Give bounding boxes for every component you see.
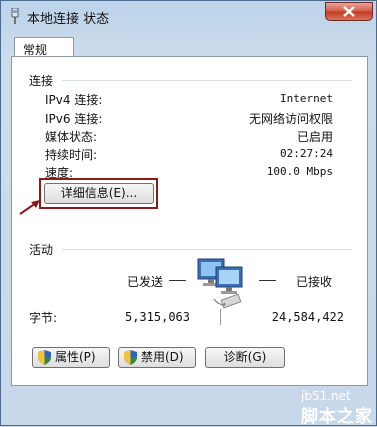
tab-strip: 常规 <box>11 35 367 59</box>
sent-label: 已发送 <box>127 275 164 289</box>
network-adapter-icon <box>11 8 19 24</box>
received-label: 已接收 <box>296 275 333 289</box>
media-state-label: 媒体状态: <box>45 130 98 144</box>
activity-divider <box>220 309 221 325</box>
bytes-label: 字节: <box>29 311 58 325</box>
properties-button[interactable]: 属性(P) <box>32 347 110 368</box>
uac-shield-icon <box>124 350 137 365</box>
ipv6-value: 无网络访问权限 <box>248 112 333 126</box>
diagnose-button-label: 诊断(G) <box>223 350 267 364</box>
connection-separator <box>62 80 352 81</box>
diagnose-button[interactable]: 诊断(G) <box>205 347 285 368</box>
duration-value: 02:27:24 <box>280 147 333 160</box>
disable-button-label: 禁用(D) <box>141 350 184 364</box>
bytes-sent-value: 5,315,063 <box>124 310 190 324</box>
ipv4-value: Internet <box>280 92 333 105</box>
received-dash <box>259 280 276 281</box>
speed-value: 100.0 Mbps <box>266 165 333 178</box>
status-window: 本地连接 状态 常规 连接 IPv4 连接: Internet IPv6 连接:… <box>0 0 377 427</box>
network-computers-icon <box>197 258 243 309</box>
bytes-received-value: 24,584,422 <box>271 310 344 324</box>
details-button[interactable]: 详细信息(E)... <box>44 183 154 204</box>
watermark-url: jb51.net <box>301 389 351 403</box>
sent-dash <box>169 280 186 281</box>
connection-group-label: 连接 <box>29 74 54 88</box>
close-icon <box>343 6 355 17</box>
activity-group-label: 活动 <box>29 243 54 257</box>
properties-button-label: 属性(P) <box>55 350 96 364</box>
tab-content-panel: 连接 IPv4 连接: Internet IPv6 连接: 无网络访问权限 媒体… <box>11 56 368 386</box>
activity-separator <box>62 249 352 250</box>
window-title: 本地连接 状态 <box>27 12 110 27</box>
ipv4-label: IPv4 连接: <box>45 93 103 107</box>
media-state-value: 已启用 <box>296 130 333 144</box>
close-button[interactable] <box>325 2 373 21</box>
ipv6-label: IPv6 连接: <box>45 112 103 126</box>
duration-label: 持续时间: <box>45 148 98 162</box>
details-button-label: 详细信息(E)... <box>60 186 138 200</box>
disable-button[interactable]: 禁用(D) <box>118 347 196 368</box>
pointer-arrow-icon <box>19 200 40 215</box>
uac-shield-icon <box>38 350 51 365</box>
title-bar[interactable]: 本地连接 状态 <box>1 1 377 31</box>
watermark-site-name: 脚本之家 <box>301 407 373 427</box>
